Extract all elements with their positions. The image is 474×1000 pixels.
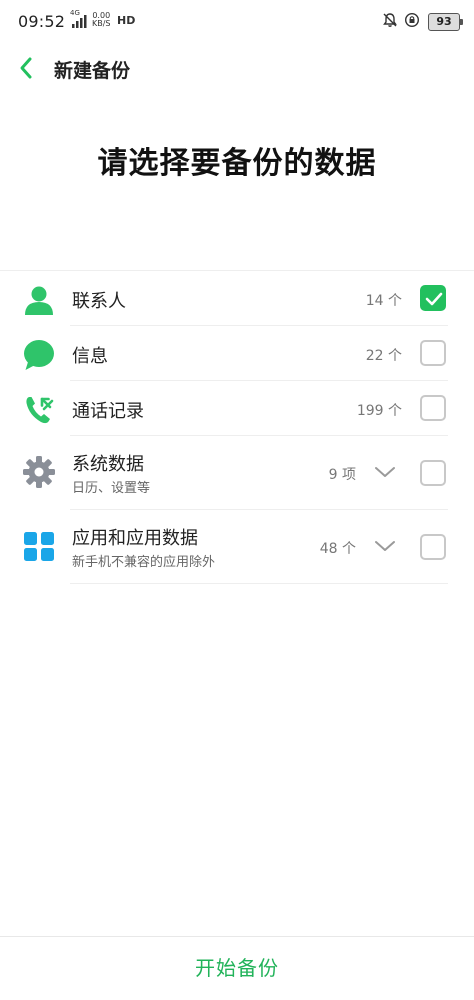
apps-grid-icon (22, 529, 56, 563)
list-item-label: 通话记录 (72, 401, 144, 422)
apps-checkbox[interactable] (420, 534, 446, 560)
status-bar: 09:52 4G 0.00 KB/S HD 93 (0, 0, 474, 44)
list-item-call-log[interactable]: 通话记录 199 个 (0, 381, 474, 436)
network-type: 4G (70, 9, 80, 17)
divider (70, 583, 448, 584)
bell-off-icon (382, 12, 398, 32)
contacts-checkbox[interactable] (420, 285, 446, 311)
chevron-down-icon (375, 467, 395, 477)
backup-data-list: 联系人 14 个 信息 22 个 通话记录 199 个 系统数据 日历、设置等 … (0, 270, 474, 584)
list-item-system-data[interactable]: 系统数据 日历、设置等 9 项 (0, 436, 474, 510)
list-item-count: 9 项 (328, 467, 356, 483)
list-item-apps[interactable]: 应用和应用数据 新手机不兼容的应用除外 48 个 (0, 510, 474, 584)
call-log-icon (22, 393, 56, 427)
messages-checkbox[interactable] (420, 340, 446, 366)
battery-indicator: 93 (428, 13, 463, 31)
start-backup-button[interactable]: 开始备份 (0, 937, 474, 1000)
status-time: 09:52 (18, 12, 66, 31)
list-item-sublabel: 日历、设置等 (72, 481, 151, 496)
chevron-down-icon (375, 541, 395, 551)
message-bubble-icon (22, 338, 56, 372)
gear-icon (22, 455, 56, 489)
list-item-label: 应用和应用数据 (72, 528, 198, 549)
system-data-checkbox[interactable] (420, 460, 446, 486)
page-title: 新建备份 (54, 60, 131, 82)
list-item-label: 信息 (72, 346, 108, 367)
expand-system-data-button[interactable] (374, 464, 396, 480)
list-item-count: 22 个 (365, 348, 402, 364)
list-item-contacts[interactable]: 联系人 14 个 (0, 271, 474, 326)
call-log-checkbox[interactable] (420, 395, 446, 421)
rotation-lock-icon (404, 12, 420, 32)
list-item-label: 系统数据 (72, 454, 144, 475)
list-item-count: 14 个 (365, 293, 402, 309)
list-item-count: 199 个 (356, 403, 402, 419)
chevron-left-icon (20, 57, 32, 79)
back-button[interactable] (14, 54, 40, 82)
checkmark-icon (425, 292, 443, 306)
network-speed-unit: KB/S (92, 19, 111, 28)
app-header: 新建备份 (0, 44, 474, 92)
select-data-heading: 请选择要备份的数据 (97, 146, 377, 181)
hd-badge: HD (117, 14, 136, 27)
contact-person-icon (22, 283, 56, 317)
signal-icon: 4G (70, 9, 88, 30)
expand-apps-button[interactable] (374, 538, 396, 554)
list-item-label: 联系人 (72, 291, 126, 312)
list-item-count: 48 个 (319, 541, 356, 557)
list-item-sublabel: 新手机不兼容的应用除外 (72, 555, 216, 570)
status-right: 93 (382, 12, 463, 32)
backup-page: 09:52 4G 0.00 KB/S HD 93 新建备份 请选择要备份的数据 … (0, 0, 474, 1000)
network-speed: 0.00 KB/S (92, 12, 111, 28)
list-item-messages[interactable]: 信息 22 个 (0, 326, 474, 381)
